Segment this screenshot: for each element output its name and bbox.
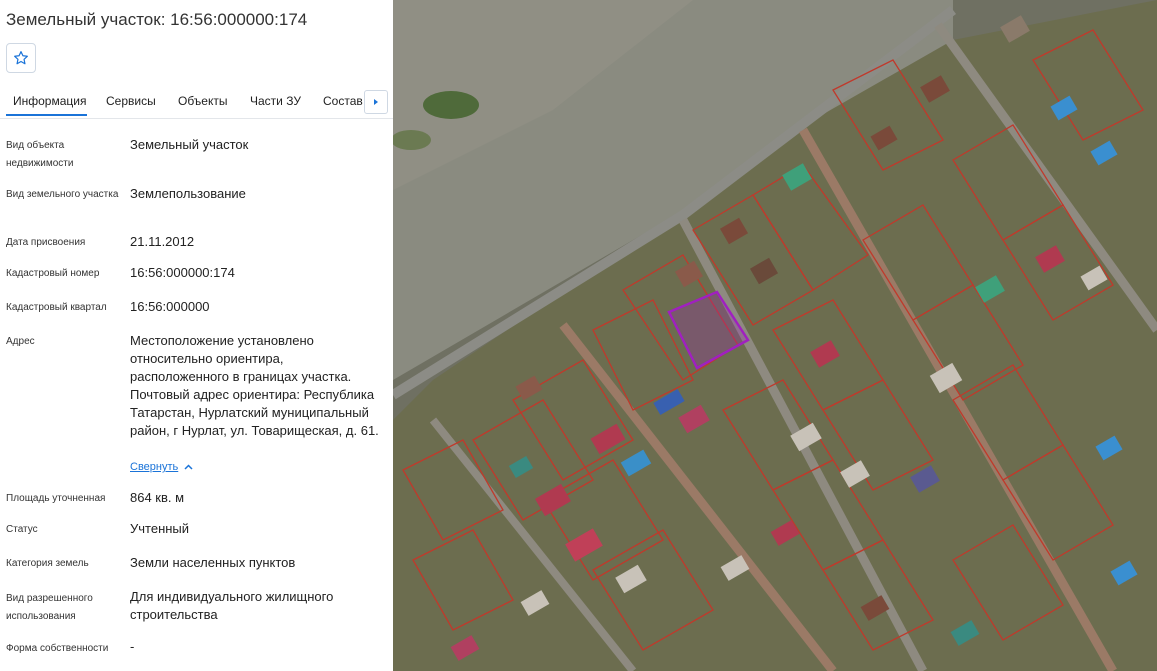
label-land-category: Категория земель — [6, 558, 89, 569]
value-land-type: Землепользование — [130, 186, 246, 201]
label-cadastral-number: Кадастровый номер — [6, 268, 100, 279]
value-cadastral-number: 16:56:000000:174 — [130, 265, 235, 280]
tree-cluster — [423, 91, 479, 119]
info-panel: Земельный участок: 16:56:000000:174 Инфо… — [0, 0, 393, 671]
value-object-type: Земельный участок — [130, 137, 249, 152]
label-address: Адрес — [6, 336, 35, 347]
label-permitted-use: Вид разрешенного использования — [6, 593, 93, 622]
satellite-map[interactable] — [393, 0, 1157, 671]
chevron-up-icon — [184, 464, 193, 470]
label-ownership: Форма собственности — [6, 643, 109, 654]
value-land-category: Земли населенных пунктов — [130, 555, 296, 570]
page-title: Земельный участок: 16:56:000000:174 — [6, 10, 308, 29]
value-permitted-use: Для индивидуального жилищного строительс… — [130, 589, 334, 622]
label-assign-date: Дата присвоения — [6, 237, 86, 248]
label-land-type: Вид земельного участка — [6, 189, 119, 200]
tab-services[interactable]: Сервисы — [106, 94, 156, 108]
tab-composition[interactable]: Состав — [323, 94, 363, 108]
value-area: 864 кв. м — [130, 490, 185, 505]
star-icon — [14, 51, 28, 65]
favorite-button[interactable] — [6, 43, 36, 73]
value-assign-date: 21.11.2012 — [130, 234, 195, 249]
label-area: Площадь уточненная — [6, 493, 106, 504]
collapse-link[interactable]: Свернуть — [130, 461, 193, 473]
value-address: Местоположение установлено относительно … — [130, 333, 379, 438]
tab-bar: Информация Сервисы Объекты Части ЗУ Сост… — [0, 88, 393, 119]
tabs-scroll-right-button[interactable] — [364, 90, 388, 114]
active-tab-indicator — [6, 114, 87, 116]
value-status: Учтенный — [130, 521, 190, 536]
tab-objects[interactable]: Объекты — [178, 94, 228, 108]
caret-right-icon — [374, 99, 378, 105]
value-cadastral-quarter: 16:56:000000 — [130, 299, 210, 314]
tab-information[interactable]: Информация — [13, 94, 86, 108]
label-object-type: Вид объекта недвижимости — [6, 140, 74, 169]
label-cadastral-quarter: Кадастровый квартал — [6, 302, 107, 313]
map-canvas[interactable] — [393, 0, 1157, 671]
collapse-label: Свернуть — [130, 461, 179, 473]
label-status: Статус — [6, 524, 38, 535]
value-ownership: - — [130, 639, 135, 654]
tab-parts[interactable]: Части ЗУ — [250, 94, 301, 108]
